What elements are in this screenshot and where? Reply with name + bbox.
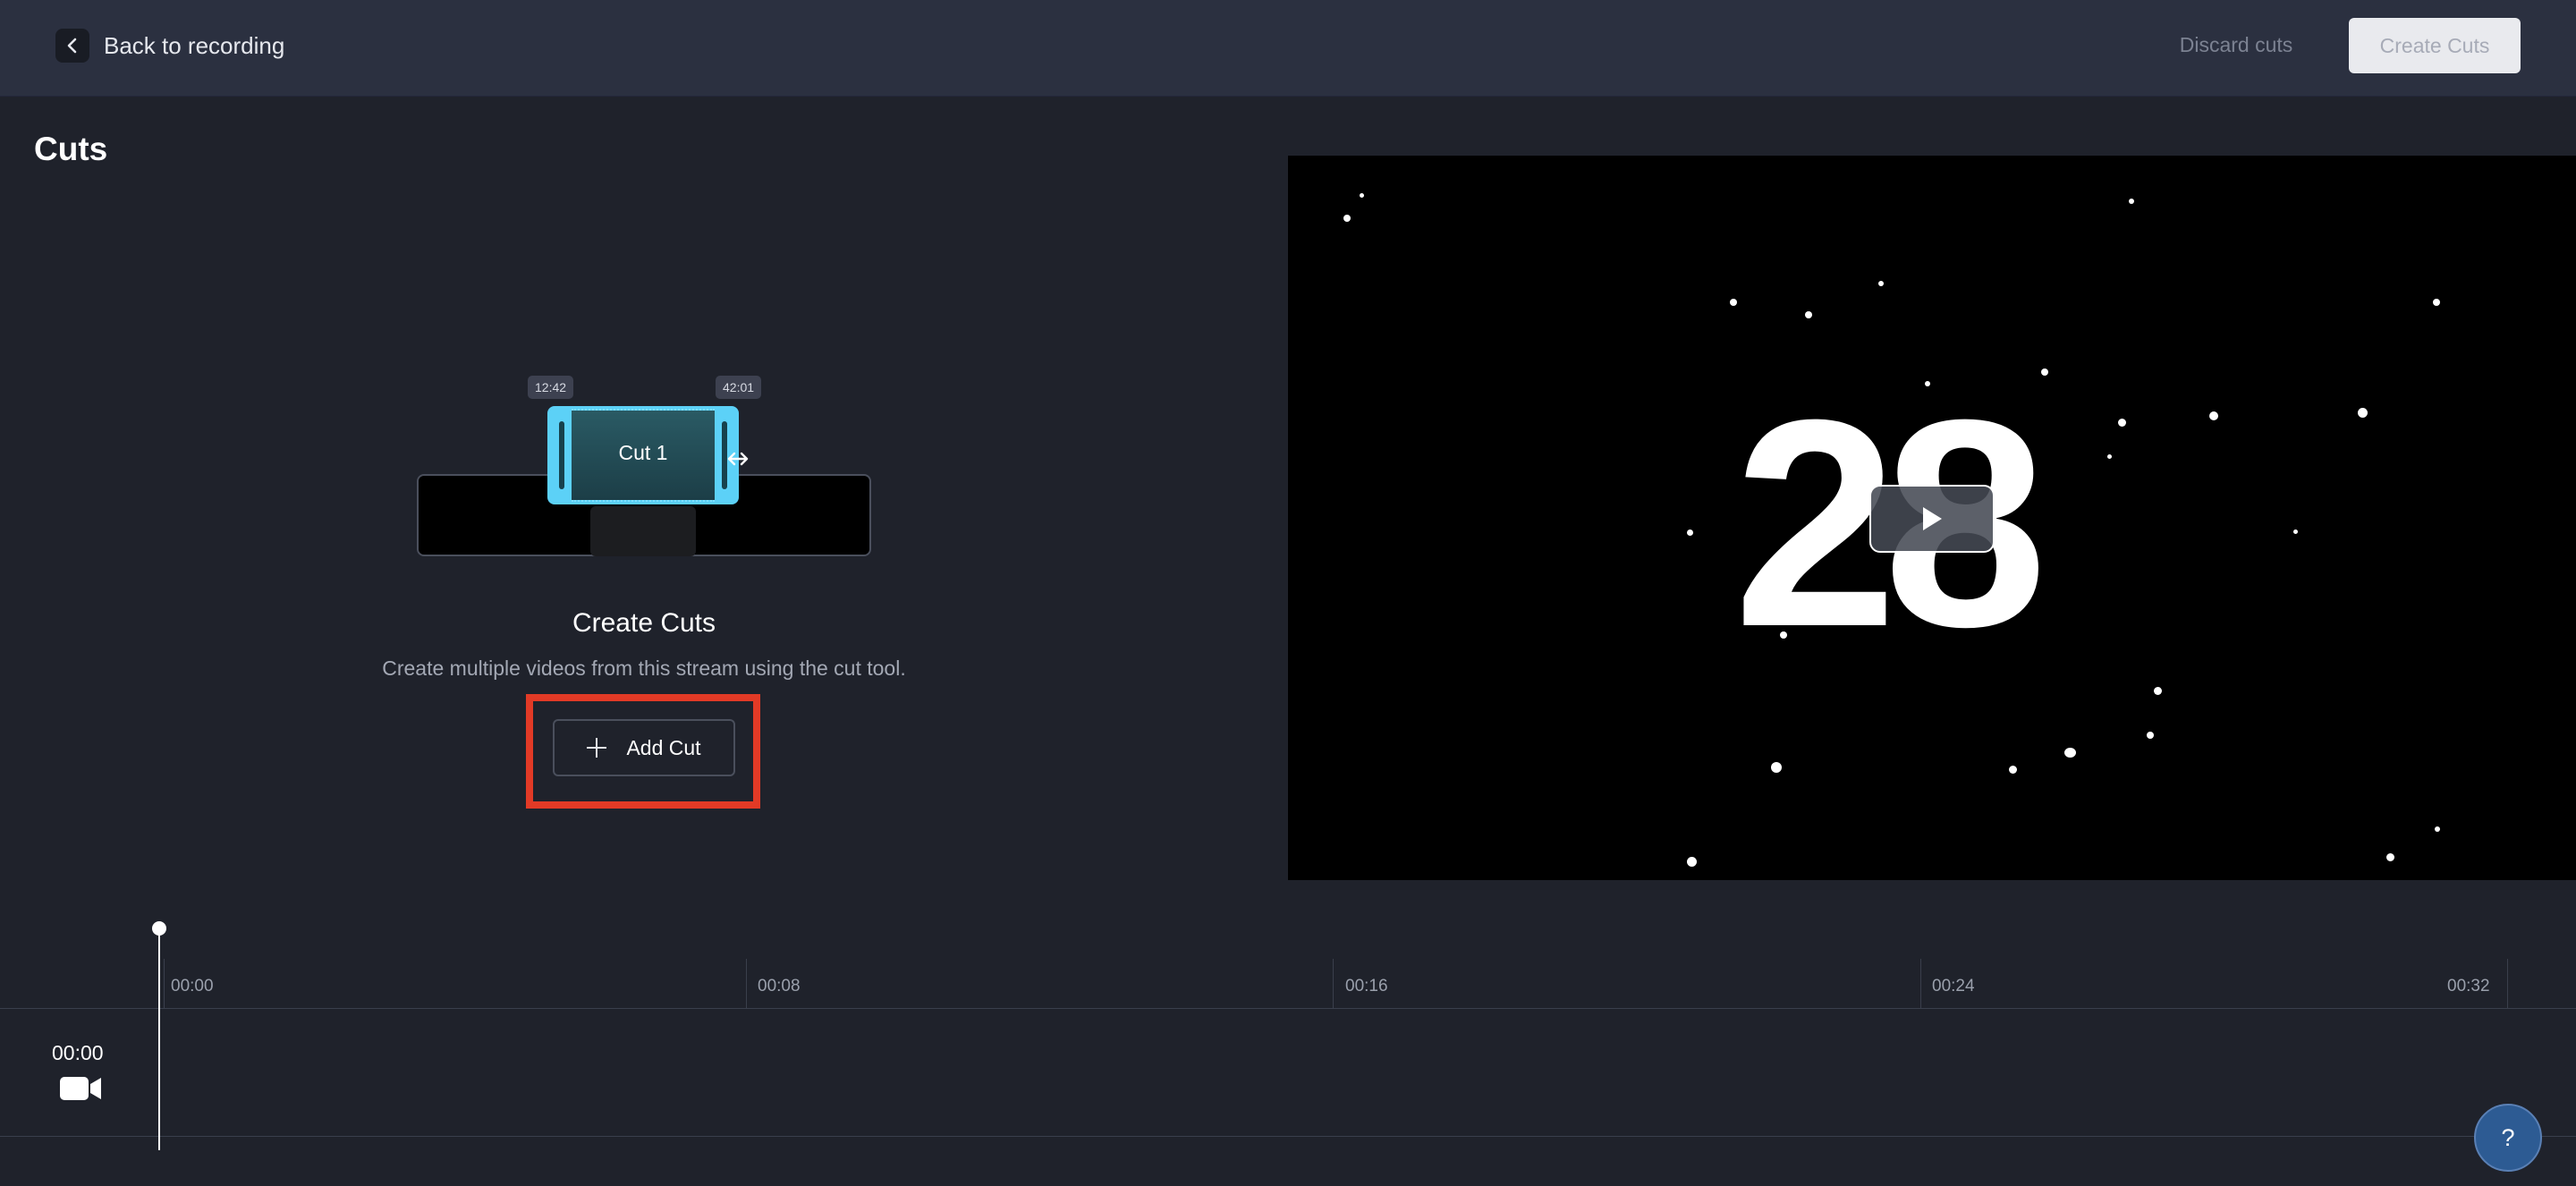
snow-particle (2009, 766, 2017, 774)
snow-particle (2107, 454, 2112, 459)
cut-region: Cut 1 (547, 406, 739, 504)
play-button[interactable] (1869, 485, 1995, 553)
snow-particle (2118, 419, 2126, 427)
snow-particle (1360, 193, 1364, 198)
snow-particle (2386, 853, 2394, 861)
snow-particle (2129, 199, 2134, 204)
snow-particle (2209, 411, 2218, 420)
back-label: Back to recording (104, 31, 285, 59)
playhead-handle[interactable] (152, 921, 166, 936)
snow-particle (1687, 857, 1697, 867)
snow-particle (2433, 299, 2440, 306)
tick-label: 00:00 (171, 977, 214, 995)
video-track[interactable] (0, 1010, 2576, 1137)
track-current-time: 00:00 (52, 1041, 104, 1064)
tick-label: 00:24 (1932, 977, 1975, 995)
snow-particle (1343, 215, 1351, 222)
top-bar: Back to recording Discard cuts Create Cu… (0, 0, 2576, 97)
play-icon (1923, 507, 1942, 530)
add-cut-button[interactable]: Add Cut (553, 719, 735, 776)
snow-particle (1730, 299, 1737, 306)
page-title: Cuts (34, 131, 108, 167)
tick-label: 00:16 (1345, 977, 1388, 995)
empty-state-description: Create multiple videos from this stream … (382, 657, 906, 680)
help-button[interactable]: ? (2474, 1104, 2542, 1172)
tick-label: 00:32 (2447, 977, 2490, 995)
snow-particle (2147, 732, 2154, 739)
snow-particle (2154, 687, 2162, 695)
discard-cuts-button[interactable]: Discard cuts (2147, 16, 2326, 73)
snow-particle (2435, 826, 2440, 832)
snow-particle (2358, 408, 2368, 418)
snow-particle (1805, 311, 1812, 318)
cut-label: Cut 1 (618, 441, 668, 464)
timeline-ruler[interactable]: 00:00 00:08 00:16 00:24 00:32 (0, 959, 2576, 1009)
snow-particle (2064, 748, 2076, 758)
illustration-thumbnail (590, 506, 696, 556)
playhead-line (158, 930, 160, 1150)
create-cuts-button[interactable]: Create Cuts (2349, 18, 2521, 73)
plus-icon (587, 738, 607, 758)
back-to-recording-button[interactable]: Back to recording (55, 29, 284, 63)
empty-state-title: Create Cuts (572, 608, 716, 638)
tick-label: 00:08 (758, 977, 801, 995)
chevron-left-icon (55, 29, 89, 63)
snow-particle (1687, 529, 1693, 536)
add-cut-label: Add Cut (626, 735, 701, 759)
snow-particle (1878, 281, 1884, 286)
snow-particle (2293, 529, 2298, 534)
video-camera-icon (60, 1077, 101, 1100)
cut-illustration: 12:42 42:01 Cut 1 (417, 376, 871, 556)
cut-start-time: 12:42 (528, 376, 574, 399)
snow-particle (2041, 369, 2048, 376)
cut-end-time: 42:01 (716, 376, 762, 399)
snow-particle (1771, 762, 1782, 773)
